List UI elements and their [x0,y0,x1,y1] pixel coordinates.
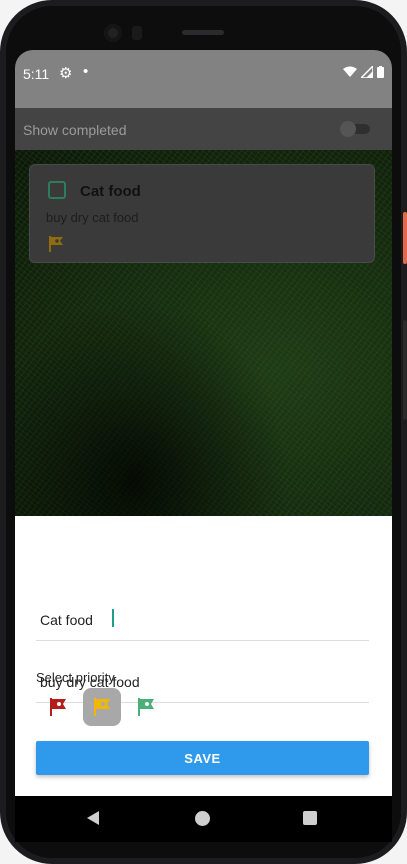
app-screen: 5:11 ⚙ • Show completed Cat food buy dry… [15,50,392,814]
priority-selector [39,688,165,726]
title-field[interactable] [36,581,369,641]
priority-medium-button[interactable] [83,688,121,726]
green-flag-icon [138,698,154,716]
signal-icon [361,66,373,78]
status-icons [343,66,384,78]
priority-high-button[interactable] [39,688,77,726]
yellow-flag-icon [94,698,110,716]
front-camera [104,24,122,42]
recent-apps-icon[interactable] [303,811,317,825]
battery-icon [377,66,384,78]
notification-dot-icon: • [83,63,89,80]
title-input[interactable] [36,612,369,628]
back-icon[interactable] [85,810,101,826]
save-button[interactable]: SAVE [36,741,369,775]
text-caret [112,609,114,627]
show-completed-label: Show completed [23,122,127,138]
toolbar: Show completed [15,108,392,150]
status-time: 5:11 [23,66,50,82]
settings-gear-icon: ⚙ [59,65,73,82]
sensor [132,26,142,40]
priority-low-button[interactable] [127,688,165,726]
power-button [403,320,407,420]
show-completed-toggle[interactable] [338,121,372,137]
home-icon[interactable] [195,811,210,826]
task-description: buy dry cat food [46,210,139,225]
priority-flag-icon [49,236,63,252]
status-bar: 5:11 ⚙ • [15,50,392,108]
task-title: Cat food [80,183,141,200]
task-card[interactable]: Cat food buy dry cat food [29,164,375,263]
wifi-icon [343,66,357,77]
navigation-bar [15,796,392,842]
red-flag-icon [50,698,66,716]
edit-task-sheet: Select priority [15,516,392,814]
earpiece-speaker [182,30,224,35]
task-checkbox[interactable] [48,181,66,199]
select-priority-label: Select priority [36,670,115,685]
volume-button [403,212,407,264]
